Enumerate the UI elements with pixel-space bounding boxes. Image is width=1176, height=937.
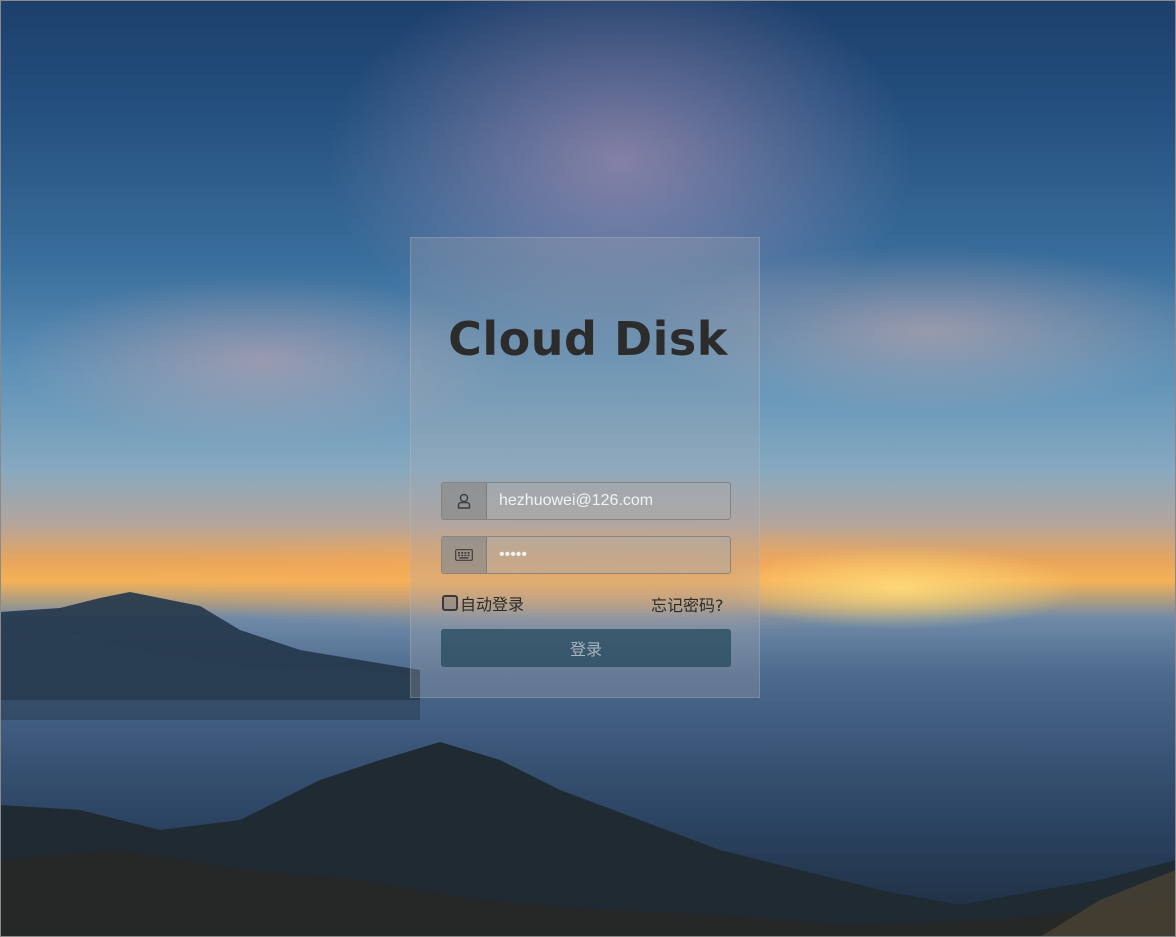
app-title: Cloud Disk xyxy=(448,312,728,366)
password-input[interactable] xyxy=(487,537,730,573)
user-icon xyxy=(442,483,487,519)
auto-login-option[interactable]: 自动登录 xyxy=(442,591,524,615)
email-input[interactable] xyxy=(487,483,730,519)
keyboard-icon xyxy=(442,537,487,573)
auto-login-label: 自动登录 xyxy=(460,595,525,614)
login-button[interactable]: 登录 xyxy=(441,629,731,667)
password-field[interactable] xyxy=(441,536,731,574)
forgot-password-link[interactable]: 忘记密码? xyxy=(651,592,724,616)
auto-login-checkbox[interactable] xyxy=(442,595,458,611)
email-field[interactable] xyxy=(441,482,731,520)
